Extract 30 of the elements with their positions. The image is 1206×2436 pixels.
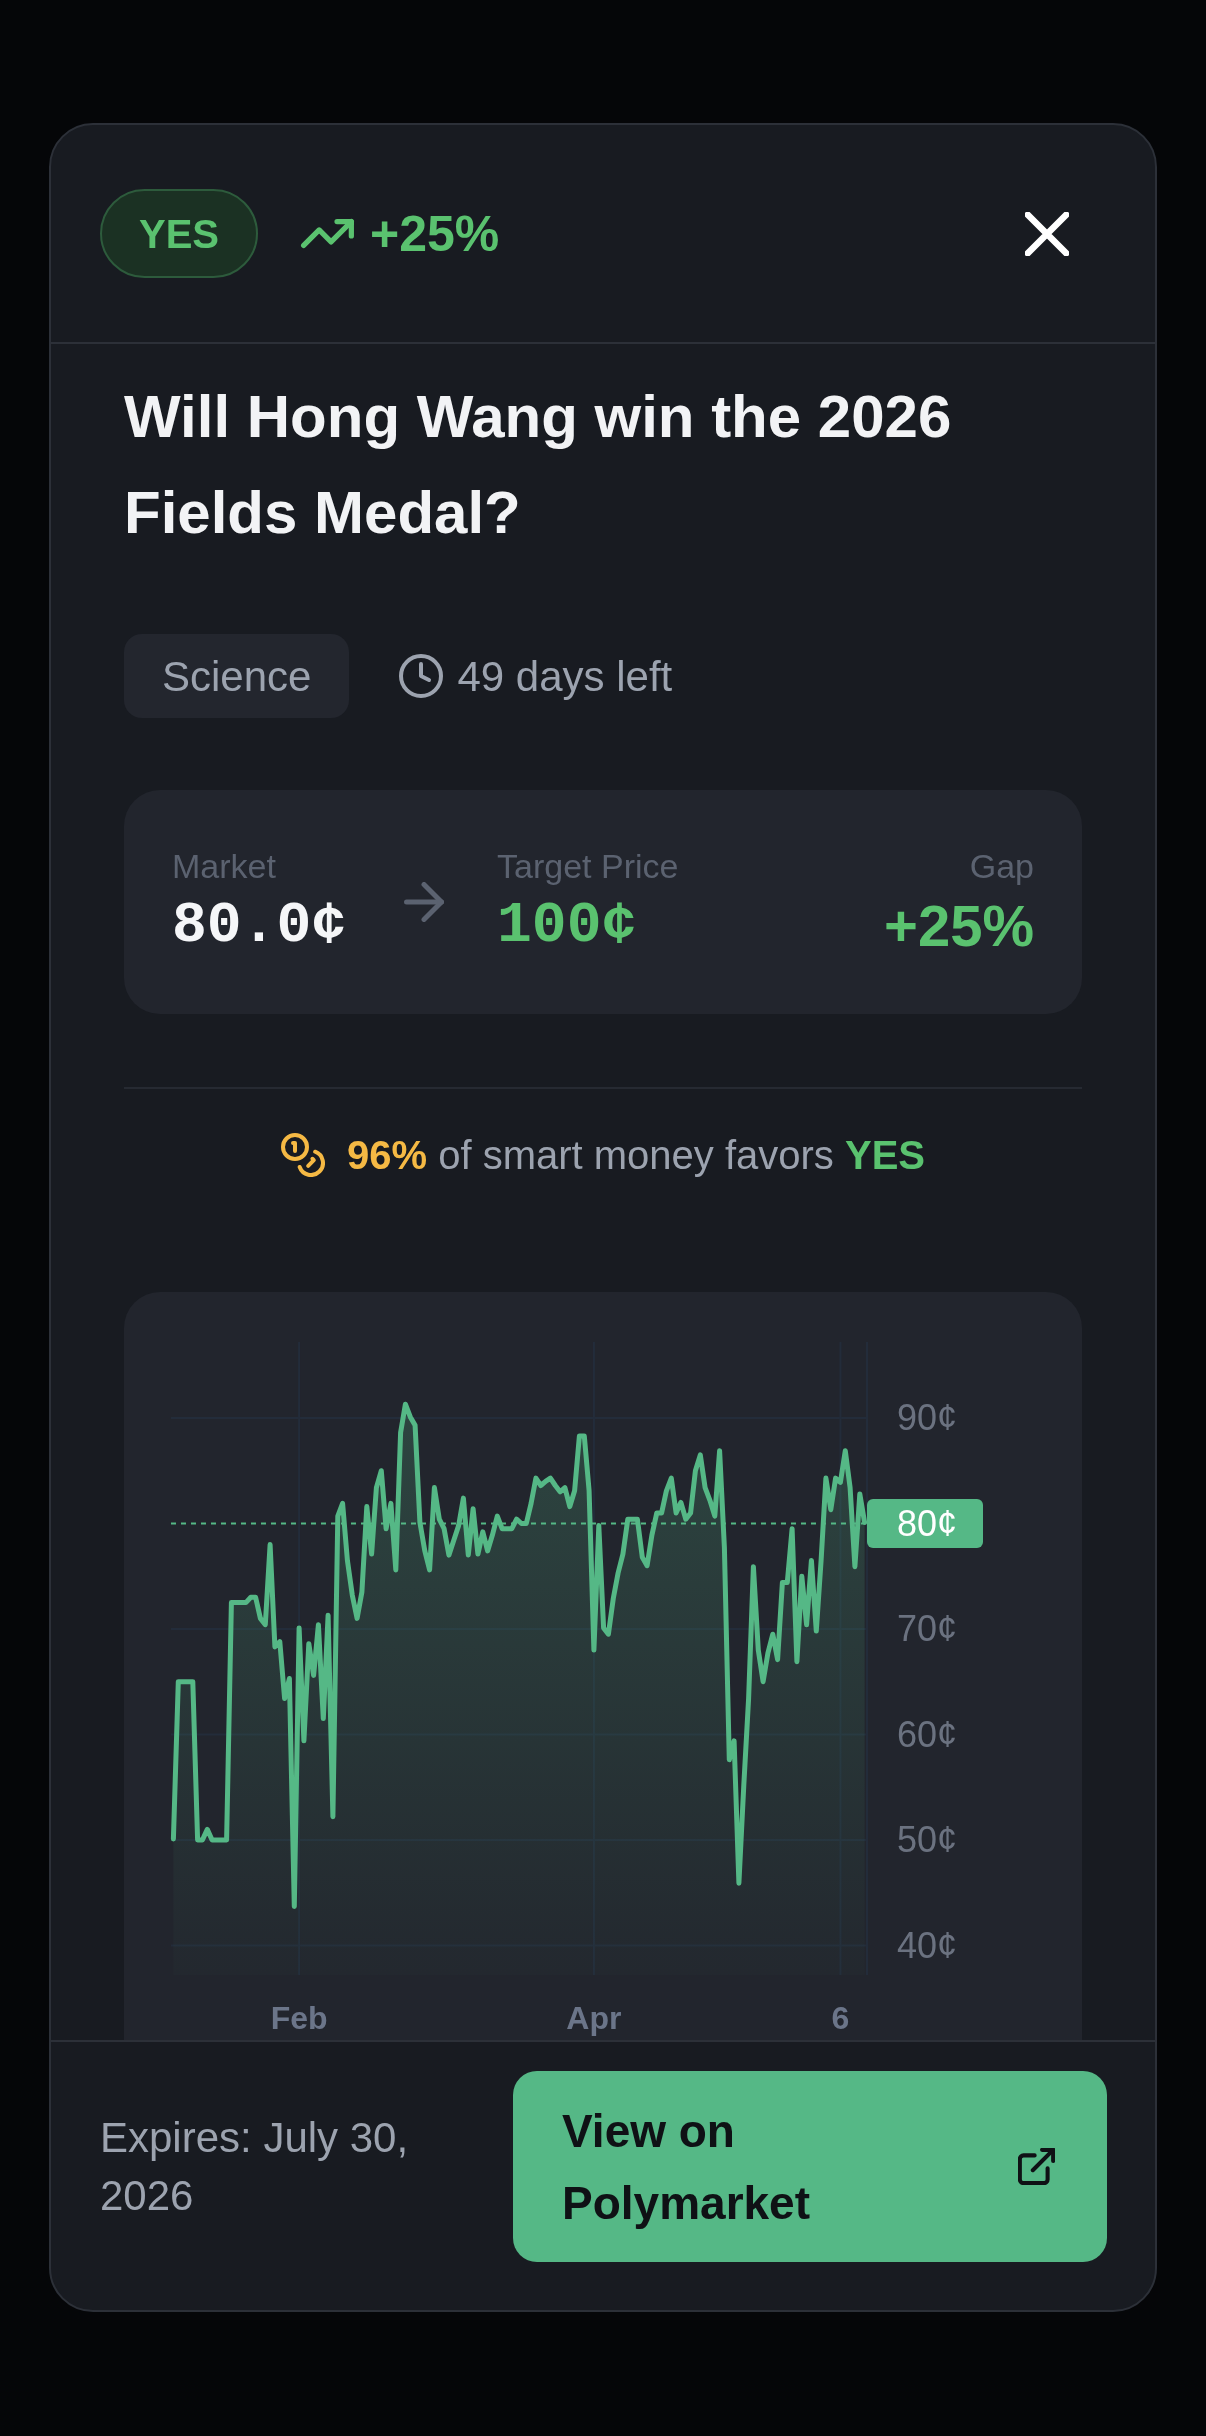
- price-value: +25%: [884, 894, 1034, 958]
- y-axis-label: 40¢: [897, 1924, 958, 1966]
- coins-icon: [281, 1133, 325, 1177]
- expiry-text: Expires: July 30, 2026: [100, 2112, 410, 2221]
- y-axis-label: 90¢: [897, 1397, 958, 1439]
- smart-money-text: 96% of smart money favors YES: [347, 1132, 925, 1179]
- price-label: Gap: [969, 846, 1034, 886]
- external-link-icon: [1018, 2148, 1055, 2185]
- price-label: Target Price: [497, 846, 679, 886]
- y-axis-label: 60¢: [897, 1713, 958, 1755]
- clock-icon: [399, 654, 444, 698]
- time-left-text: 49 days left: [457, 651, 673, 702]
- y-axis-label: 50¢: [897, 1819, 958, 1861]
- price-label: Market: [172, 846, 276, 886]
- market-title: Will Hong Wang win the 2026 Fields Medal?: [124, 382, 953, 548]
- price-value: 80.0¢: [172, 894, 347, 958]
- view-on-polymarket-button[interactable]: View on Polymarket: [513, 2071, 1107, 2262]
- outcome-badge: YES: [100, 189, 259, 278]
- x-axis-label: 6: [831, 2000, 850, 2036]
- trending-up-icon: [300, 218, 356, 249]
- current-price-tag: 80¢: [867, 1498, 983, 1548]
- close-icon: [1025, 211, 1069, 256]
- y-axis-label: 70¢: [897, 1608, 958, 1650]
- category-tag: Science: [124, 634, 350, 718]
- change-text: +25%: [370, 204, 500, 264]
- y-tick-label: 80¢: [897, 1502, 958, 1544]
- close-button[interactable]: [1025, 211, 1069, 256]
- x-axis-label: Feb: [270, 2000, 328, 2036]
- price-value: 100¢: [497, 894, 637, 958]
- x-axis-label: Apr: [566, 2000, 622, 2036]
